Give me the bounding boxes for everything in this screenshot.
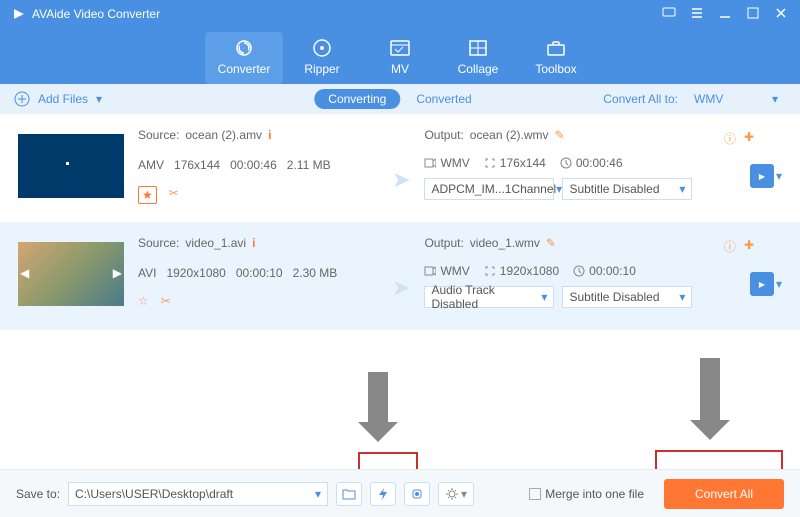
resolution-icon [484, 157, 496, 169]
source-name: video_1.avi [185, 236, 246, 250]
minimize-icon[interactable] [718, 6, 732, 23]
format-dropdown[interactable]: WMV ▾ [686, 89, 786, 109]
subtitle-dropdown[interactable]: Subtitle Disabled▾ [562, 178, 692, 200]
title-bar: AVAide Video Converter [0, 0, 800, 28]
file-row: ◀ ▶ Source: video_1.avi i AVI 1920x1080 … [0, 222, 800, 330]
annotation-arrow [690, 358, 730, 440]
hardware-accel-button[interactable] [370, 482, 396, 506]
enhance-icon[interactable]: ★ [138, 186, 157, 204]
maximize-icon[interactable] [746, 6, 760, 23]
convert-all-button[interactable]: Convert All [664, 479, 784, 509]
file-row: Source: ocean (2).amv i AMV 176x144 00:0… [0, 114, 800, 222]
rename-icon[interactable]: ✎ [546, 236, 556, 250]
tab-converter[interactable]: Converter [205, 32, 283, 84]
tab-collage[interactable]: Collage [439, 32, 517, 84]
video-icon [424, 265, 436, 277]
sub-bar: Add Files ▾ Converting Converted Convert… [0, 84, 800, 114]
open-folder-button[interactable] [336, 482, 362, 506]
arrow-right-icon: ➤ [392, 275, 410, 301]
audio-track-dropdown[interactable]: ADPCM_IM...1Channel▾ [424, 178, 554, 200]
gear-icon [445, 487, 459, 501]
info-icon[interactable]: i [252, 236, 255, 250]
output-format-button[interactable]: ▶ ▾ [750, 164, 782, 188]
prev-icon[interactable]: ◀ [20, 266, 29, 280]
chevron-down-icon: ▾ [96, 92, 102, 106]
ripper-icon [312, 38, 332, 58]
converter-icon [233, 38, 255, 58]
video-icon [424, 157, 436, 169]
collage-icon [468, 38, 488, 58]
clock-icon [573, 265, 585, 277]
file-list: Source: ocean (2).amv i AMV 176x144 00:0… [0, 114, 800, 330]
cut-icon[interactable]: ✂ [161, 294, 171, 308]
thumbnail[interactable] [18, 134, 124, 198]
output-format-button[interactable]: ▶ ▾ [750, 272, 782, 296]
subtitle-dropdown[interactable]: Subtitle Disabled▾ [562, 286, 692, 308]
tab-ripper[interactable]: Ripper [283, 32, 361, 84]
gpu-accel-button[interactable] [404, 482, 430, 506]
tab-toolbox[interactable]: Toolbox [517, 32, 595, 84]
info-icon[interactable]: i [268, 128, 271, 142]
merge-checkbox[interactable]: Merge into one file [529, 487, 644, 501]
source-name: ocean (2).amv [185, 128, 262, 142]
add-files-button[interactable]: Add Files ▾ [14, 91, 102, 107]
info-output-icon[interactable]: ⓘ [724, 238, 736, 255]
checkbox-icon [529, 488, 541, 500]
output-name: ocean (2).wmv [470, 128, 549, 142]
app-title: AVAide Video Converter [32, 7, 160, 21]
format-badge-icon: ▶ [750, 164, 774, 188]
next-icon[interactable]: ▶ [113, 266, 122, 280]
mv-icon [389, 38, 411, 58]
annotation-arrow [358, 372, 398, 442]
tab-mv[interactable]: MV [361, 32, 439, 84]
lightning-icon [377, 487, 389, 501]
bottom-bar: Save to: C:\Users\USER\Desktop\draft ▾ ▾… [0, 469, 800, 517]
arrow-right-icon: ➤ [392, 167, 410, 193]
main-tabs: Converter Ripper MV Collage Toolbox [0, 28, 800, 84]
plus-icon [14, 91, 30, 107]
format-badge-icon: ▶ [750, 272, 774, 296]
cut-icon[interactable]: ✂ [169, 186, 179, 204]
folder-icon [342, 488, 356, 500]
toolbox-icon [545, 38, 567, 58]
app-logo-icon [12, 7, 26, 21]
clock-icon [560, 157, 572, 169]
tab-converting[interactable]: Converting [314, 89, 400, 109]
enhance-icon[interactable]: ☆ [138, 294, 149, 308]
feedback-icon[interactable] [662, 6, 676, 23]
output-name: video_1.wmv [470, 236, 540, 250]
settings-button[interactable]: ▾ [438, 482, 474, 506]
menu-icon[interactable] [690, 6, 704, 23]
close-icon[interactable] [774, 6, 788, 23]
save-to-label: Save to: [16, 487, 60, 501]
rename-icon[interactable]: ✎ [555, 128, 565, 142]
thumbnail[interactable]: ◀ ▶ [18, 242, 124, 306]
info-output-icon[interactable]: ⓘ [724, 130, 736, 147]
audio-track-dropdown[interactable]: Audio Track Disabled▾ [424, 286, 554, 308]
tab-converted[interactable]: Converted [402, 89, 485, 109]
resolution-icon [484, 265, 496, 277]
chevron-down-icon: ▾ [772, 92, 778, 106]
save-path-dropdown[interactable]: C:\Users\USER\Desktop\draft ▾ [68, 482, 328, 506]
compress-icon[interactable]: ✚ [744, 130, 754, 147]
convert-all-to-label: Convert All to: [603, 92, 678, 106]
chip-icon [410, 487, 424, 501]
compress-icon[interactable]: ✚ [744, 238, 754, 255]
